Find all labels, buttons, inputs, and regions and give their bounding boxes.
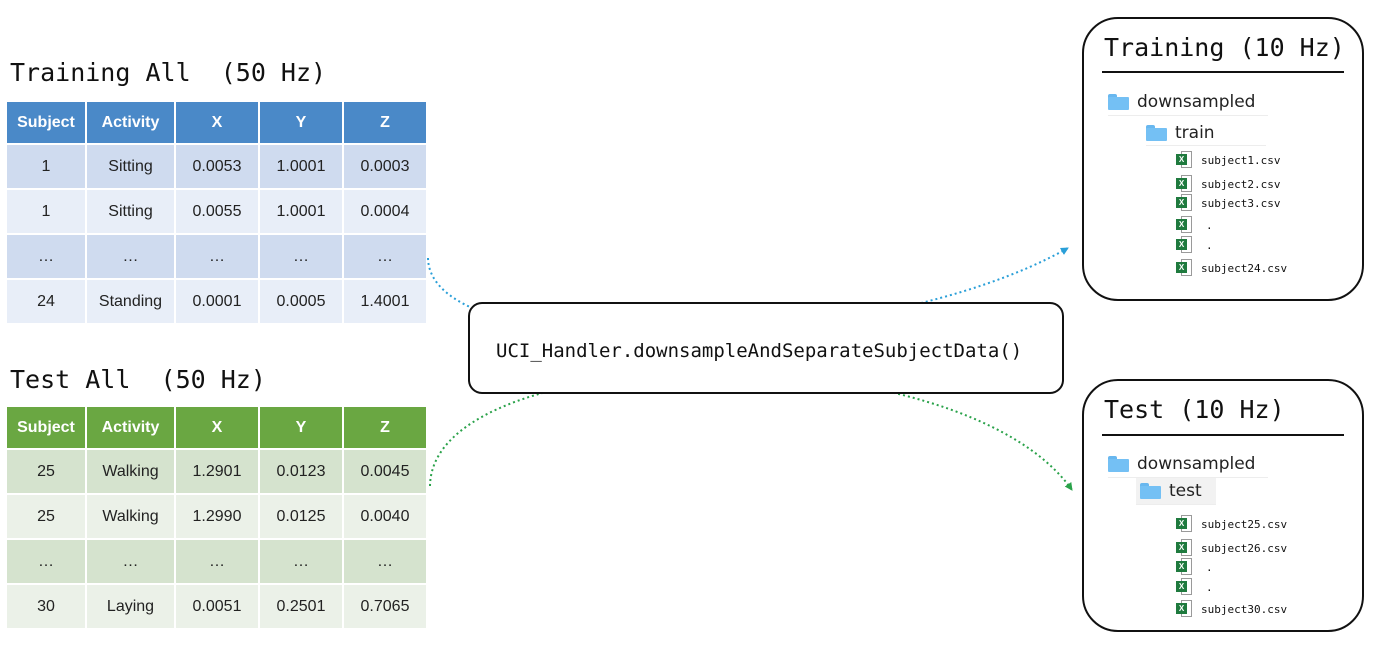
panel-title-divider bbox=[1102, 71, 1344, 73]
excel-file-icon: X bbox=[1176, 558, 1193, 576]
folder-item-test[interactable]: test bbox=[1136, 478, 1216, 505]
file-item[interactable]: X subject26.csv bbox=[1176, 539, 1287, 557]
excel-file-icon: X bbox=[1176, 578, 1193, 596]
panel-title-divider bbox=[1102, 434, 1344, 436]
training-output-panel: Training (10 Hz) downsampled train X sub… bbox=[1082, 17, 1364, 301]
file-item[interactable]: X . bbox=[1176, 558, 1213, 576]
folder-icon bbox=[1146, 124, 1167, 141]
training-panel-title: Training (10 Hz) bbox=[1104, 33, 1345, 62]
excel-file-icon: X bbox=[1176, 175, 1193, 193]
excel-file-icon: X bbox=[1176, 600, 1193, 618]
file-item[interactable]: X subject2.csv bbox=[1176, 175, 1280, 193]
file-label: subject30.csv bbox=[1201, 602, 1288, 616]
downsample-function-box: UCI_Handler.downsampleAndSeparateSubject… bbox=[468, 302, 1064, 394]
file-label: subject25.csv bbox=[1201, 517, 1288, 531]
file-label: subject1.csv bbox=[1201, 153, 1281, 167]
folder-icon bbox=[1108, 456, 1129, 472]
file-item[interactable]: X subject25.csv bbox=[1176, 515, 1287, 533]
excel-file-icon: X bbox=[1176, 515, 1193, 533]
file-item[interactable]: X subject1.csv bbox=[1176, 151, 1280, 169]
file-label: . bbox=[1206, 238, 1213, 252]
file-label: subject3.csv bbox=[1201, 196, 1281, 210]
file-label: . bbox=[1206, 218, 1213, 232]
test-panel-title: Test (10 Hz) bbox=[1104, 395, 1285, 424]
test-output-panel: Test (10 Hz) downsampled test X subject2… bbox=[1082, 379, 1364, 632]
excel-file-icon: X bbox=[1176, 259, 1193, 277]
excel-file-icon: X bbox=[1176, 236, 1193, 254]
file-item[interactable]: X . bbox=[1176, 216, 1213, 234]
folder-item-train[interactable]: train bbox=[1146, 120, 1266, 146]
folder-label: test bbox=[1169, 481, 1202, 501]
folder-item-downsampled[interactable]: downsampled bbox=[1108, 89, 1268, 116]
folder-item-downsampled[interactable]: downsampled bbox=[1108, 451, 1268, 478]
file-label: subject24.csv bbox=[1201, 261, 1288, 275]
function-label: UCI_Handler.downsampleAndSeparateSubject… bbox=[496, 340, 1023, 362]
file-label: . bbox=[1206, 560, 1213, 574]
excel-file-icon: X bbox=[1176, 539, 1193, 557]
excel-file-icon: X bbox=[1176, 216, 1193, 234]
file-item[interactable]: X subject3.csv bbox=[1176, 194, 1280, 212]
excel-file-icon: X bbox=[1176, 151, 1193, 169]
excel-file-icon: X bbox=[1176, 194, 1193, 212]
folder-label: downsampled bbox=[1137, 92, 1256, 112]
file-item[interactable]: X subject30.csv bbox=[1176, 600, 1287, 618]
folder-label: train bbox=[1175, 122, 1215, 143]
file-label: . bbox=[1206, 580, 1213, 594]
file-item[interactable]: X . bbox=[1176, 578, 1213, 596]
file-label: subject26.csv bbox=[1201, 541, 1288, 555]
folder-label: downsampled bbox=[1137, 454, 1256, 474]
folder-icon bbox=[1108, 94, 1129, 110]
folder-icon bbox=[1140, 483, 1161, 499]
file-item[interactable]: X subject24.csv bbox=[1176, 259, 1287, 277]
file-label: subject2.csv bbox=[1201, 177, 1281, 191]
file-item[interactable]: X . bbox=[1176, 236, 1213, 254]
